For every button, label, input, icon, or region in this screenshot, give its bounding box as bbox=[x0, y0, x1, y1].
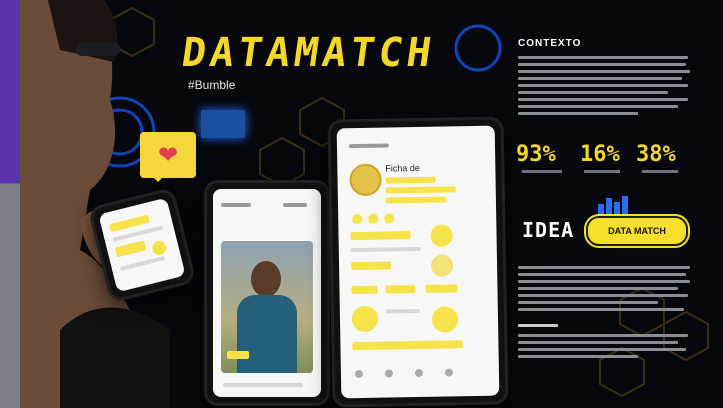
heart-icon: ❤ bbox=[157, 141, 179, 169]
context-heading: CONTEXTO bbox=[518, 38, 582, 49]
campaign-hashtag: #Bumble bbox=[188, 78, 236, 92]
idea-label: IDEA bbox=[522, 218, 575, 242]
profile-phone-screen bbox=[213, 189, 321, 397]
data-match-button[interactable]: DATA MATCH bbox=[586, 216, 688, 246]
campaign-title: DATAMATCH bbox=[178, 30, 438, 76]
stat-1: 93% bbox=[516, 142, 556, 167]
stat-3: 38% bbox=[636, 142, 676, 167]
heart-bubble-icon: ❤ bbox=[140, 132, 196, 182]
profile-name: Ficha de bbox=[385, 162, 420, 174]
data-profile-screen: Ficha de bbox=[336, 125, 500, 399]
profile-phone bbox=[204, 180, 330, 406]
phone-in-hand-screen bbox=[98, 197, 186, 293]
stat-2: 16% bbox=[580, 142, 620, 167]
campaign-board: DATAMATCH #Bumble ❤ Ficha de CONTEXTO 93… bbox=[0, 0, 723, 408]
mini-bar-chart-icon bbox=[598, 196, 630, 214]
profile-photo bbox=[221, 241, 313, 373]
data-profile-phone: Ficha de bbox=[327, 116, 509, 408]
blue-tile-icon bbox=[201, 110, 245, 138]
